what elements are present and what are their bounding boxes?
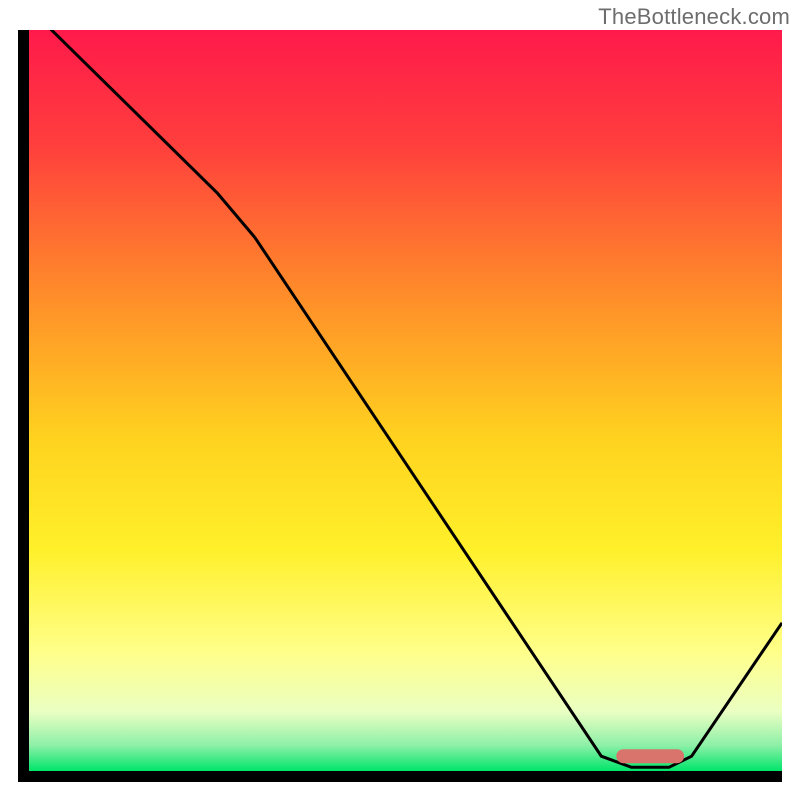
chart-container: TheBottleneck.com <box>0 0 800 800</box>
plot-frame <box>18 30 782 782</box>
chart-svg <box>18 30 782 782</box>
minimum-marker <box>616 749 684 763</box>
gradient-background <box>29 30 782 771</box>
watermark-text: TheBottleneck.com <box>598 4 790 30</box>
